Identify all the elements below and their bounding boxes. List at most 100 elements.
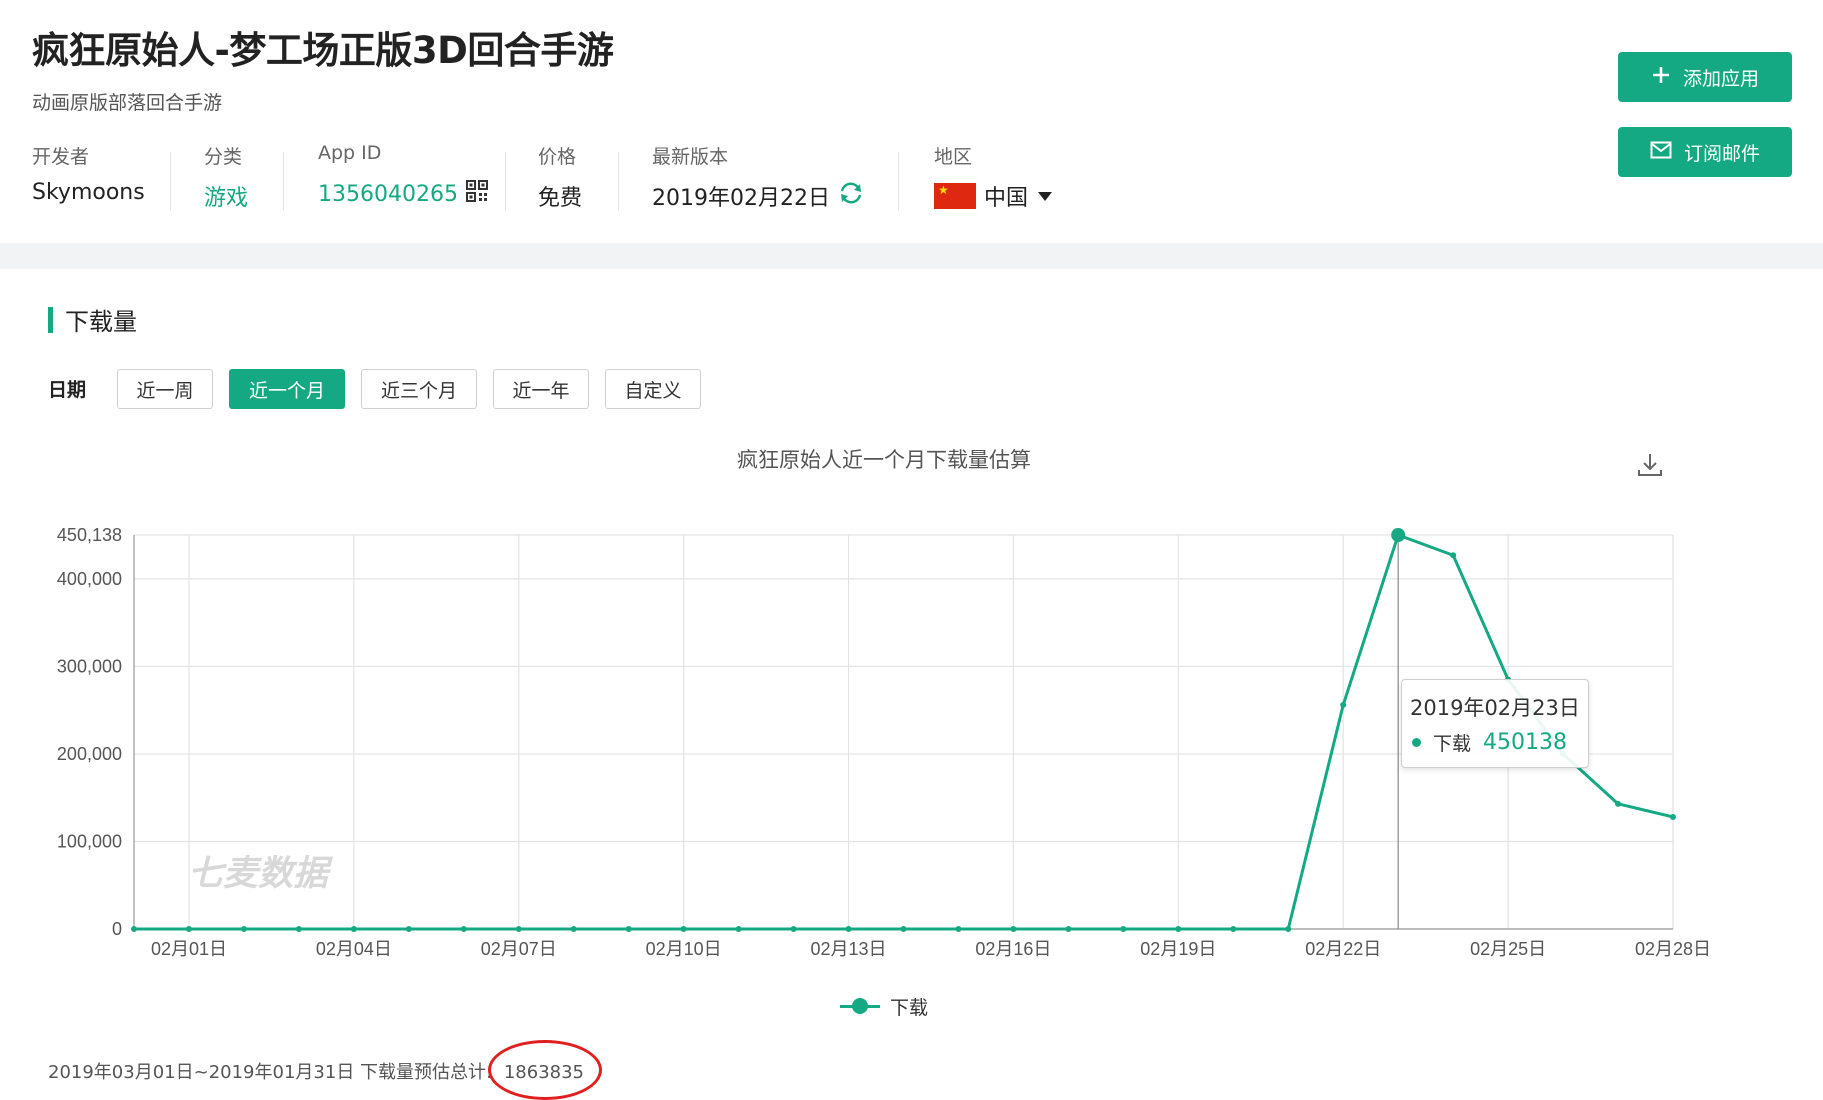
data-point [1670, 813, 1676, 820]
developer-value: Skymoons [32, 180, 145, 205]
tooltip-date: 2019年02月23日 [1410, 696, 1580, 720]
data-point [240, 926, 247, 932]
chart-legend[interactable]: 下载 [840, 993, 928, 1020]
data-point [460, 926, 467, 932]
add-app-button[interactable]: 添加应用 [1618, 52, 1792, 102]
version-label: 最新版本 [652, 146, 729, 168]
filter-week-button[interactable]: 近一周 [117, 369, 213, 409]
data-point [1340, 701, 1347, 708]
subscribe-email-button[interactable]: 订阅邮件 [1618, 127, 1792, 177]
data-point [1120, 926, 1127, 932]
download-icon[interactable] [1636, 451, 1664, 479]
developer-label: 开发者 [32, 146, 90, 168]
date-filter-label: 日期 [48, 379, 87, 401]
data-point [680, 926, 687, 932]
price-value: 免费 [538, 180, 582, 212]
meta-divider [283, 152, 284, 210]
region-selector[interactable]: ★ 中国 [934, 180, 1053, 212]
x-tick-label: 02月22日 [1305, 939, 1381, 959]
data-point [1230, 926, 1237, 932]
price-label: 价格 [538, 146, 577, 168]
plus-icon [1651, 65, 1671, 90]
data-point [790, 926, 797, 932]
summary-total-wrap: 1863835 [487, 1040, 602, 1100]
legend-dot [852, 998, 868, 1014]
x-tick-label: 02月01日 [151, 939, 227, 959]
data-point [350, 926, 357, 932]
category-link[interactable]: 游戏 [204, 180, 248, 212]
flag-star: ★ [938, 183, 949, 197]
data-point [295, 926, 302, 932]
filter-month-button[interactable]: 近一个月 [229, 369, 345, 409]
app-subtitle: 动画原版部落回合手游 [32, 92, 223, 114]
data-point [625, 926, 632, 932]
summary-text: 2019年03月01日~2019年01月31日 下载量预估总计: [48, 1062, 493, 1083]
appid-link[interactable]: 1356040265 [318, 182, 458, 207]
category-value[interactable]: 游戏 [204, 180, 248, 212]
caret-down-icon[interactable] [1038, 191, 1053, 201]
filter-year-button[interactable]: 近一年 [493, 369, 589, 409]
price-text: 免费 [538, 186, 583, 211]
legend-line-icon [840, 998, 880, 1014]
add-app-label: 添加应用 [1682, 67, 1759, 90]
data-point [1010, 926, 1017, 932]
meta-divider [170, 152, 171, 210]
legend-label: 下载 [890, 997, 929, 1019]
meta-divider [505, 152, 506, 210]
y-tick-label: 0 [112, 919, 122, 939]
highlight-circle [487, 1040, 602, 1100]
data-point [131, 926, 137, 932]
x-tick-label: 02月07日 [481, 939, 557, 959]
data-point [955, 926, 962, 932]
y-tick-label: 400,000 [57, 569, 122, 589]
tooltip-series: 下载 [1433, 733, 1472, 755]
tooltip-series-dot [1412, 738, 1421, 747]
data-point [185, 926, 192, 932]
data-point [1175, 926, 1182, 932]
developer-name: Skymoons [32, 180, 145, 205]
category-label: 分类 [204, 146, 243, 168]
x-tick-label: 02月04日 [316, 939, 392, 959]
subscribe-email-label: 订阅邮件 [1683, 142, 1760, 165]
data-point [405, 926, 412, 932]
app-header: 疯狂原始人-梦工场正版3D回合手游 动画原版部落回合手游 开发者 Skymoon… [0, 0, 1823, 243]
version-value: 2019年02月22日 [652, 180, 864, 212]
region-label: 地区 [934, 146, 973, 168]
x-tick-label: 02月25日 [1470, 939, 1546, 959]
data-point [735, 926, 742, 932]
section-divider-band [0, 243, 1823, 269]
data-point [570, 926, 577, 932]
x-tick-label: 02月19日 [1140, 939, 1216, 959]
x-tick-label: 02月28日 [1635, 939, 1711, 959]
y-tick-label: 300,000 [57, 656, 122, 676]
x-tick-label: 02月16日 [975, 939, 1051, 959]
qr-code-icon[interactable] [465, 180, 488, 208]
version-date: 2019年02月22日 [652, 186, 830, 211]
section-title-text: 下载量 [65, 308, 137, 336]
mail-icon [1650, 141, 1672, 164]
tooltip-value: 450138 [1483, 730, 1567, 755]
section-accent-bar [48, 306, 53, 333]
data-point [900, 926, 907, 932]
app-title: 疯狂原始人-梦工场正版3D回合手游 [32, 29, 614, 72]
highlighted-data-point [1391, 528, 1406, 542]
download-summary: 2019年03月01日~2019年01月31日 下载量预估总计: 1863835 [48, 1040, 602, 1100]
china-flag-icon: ★ [934, 183, 976, 209]
y-tick-label: 200,000 [57, 744, 122, 764]
data-point [845, 926, 852, 932]
data-point [1285, 926, 1292, 932]
x-tick-label: 02月13日 [811, 939, 887, 959]
section-title: 下载量 [48, 302, 137, 337]
chart-title: 疯狂原始人近一个月下载量估算 [737, 448, 1031, 472]
filter-custom-button[interactable]: 自定义 [605, 369, 701, 409]
watermark: 七麦数据 [188, 854, 329, 894]
y-tick-label: 450,138 [57, 525, 122, 545]
data-point [1450, 552, 1457, 559]
filter-three-months-button[interactable]: 近三个月 [361, 369, 477, 409]
x-tick-label: 02月10日 [646, 939, 722, 959]
data-point [515, 926, 522, 932]
region-value[interactable]: 中国 [984, 180, 1028, 212]
meta-divider [618, 152, 619, 210]
refresh-icon[interactable] [838, 181, 864, 211]
y-tick-label: 100,000 [57, 831, 122, 851]
